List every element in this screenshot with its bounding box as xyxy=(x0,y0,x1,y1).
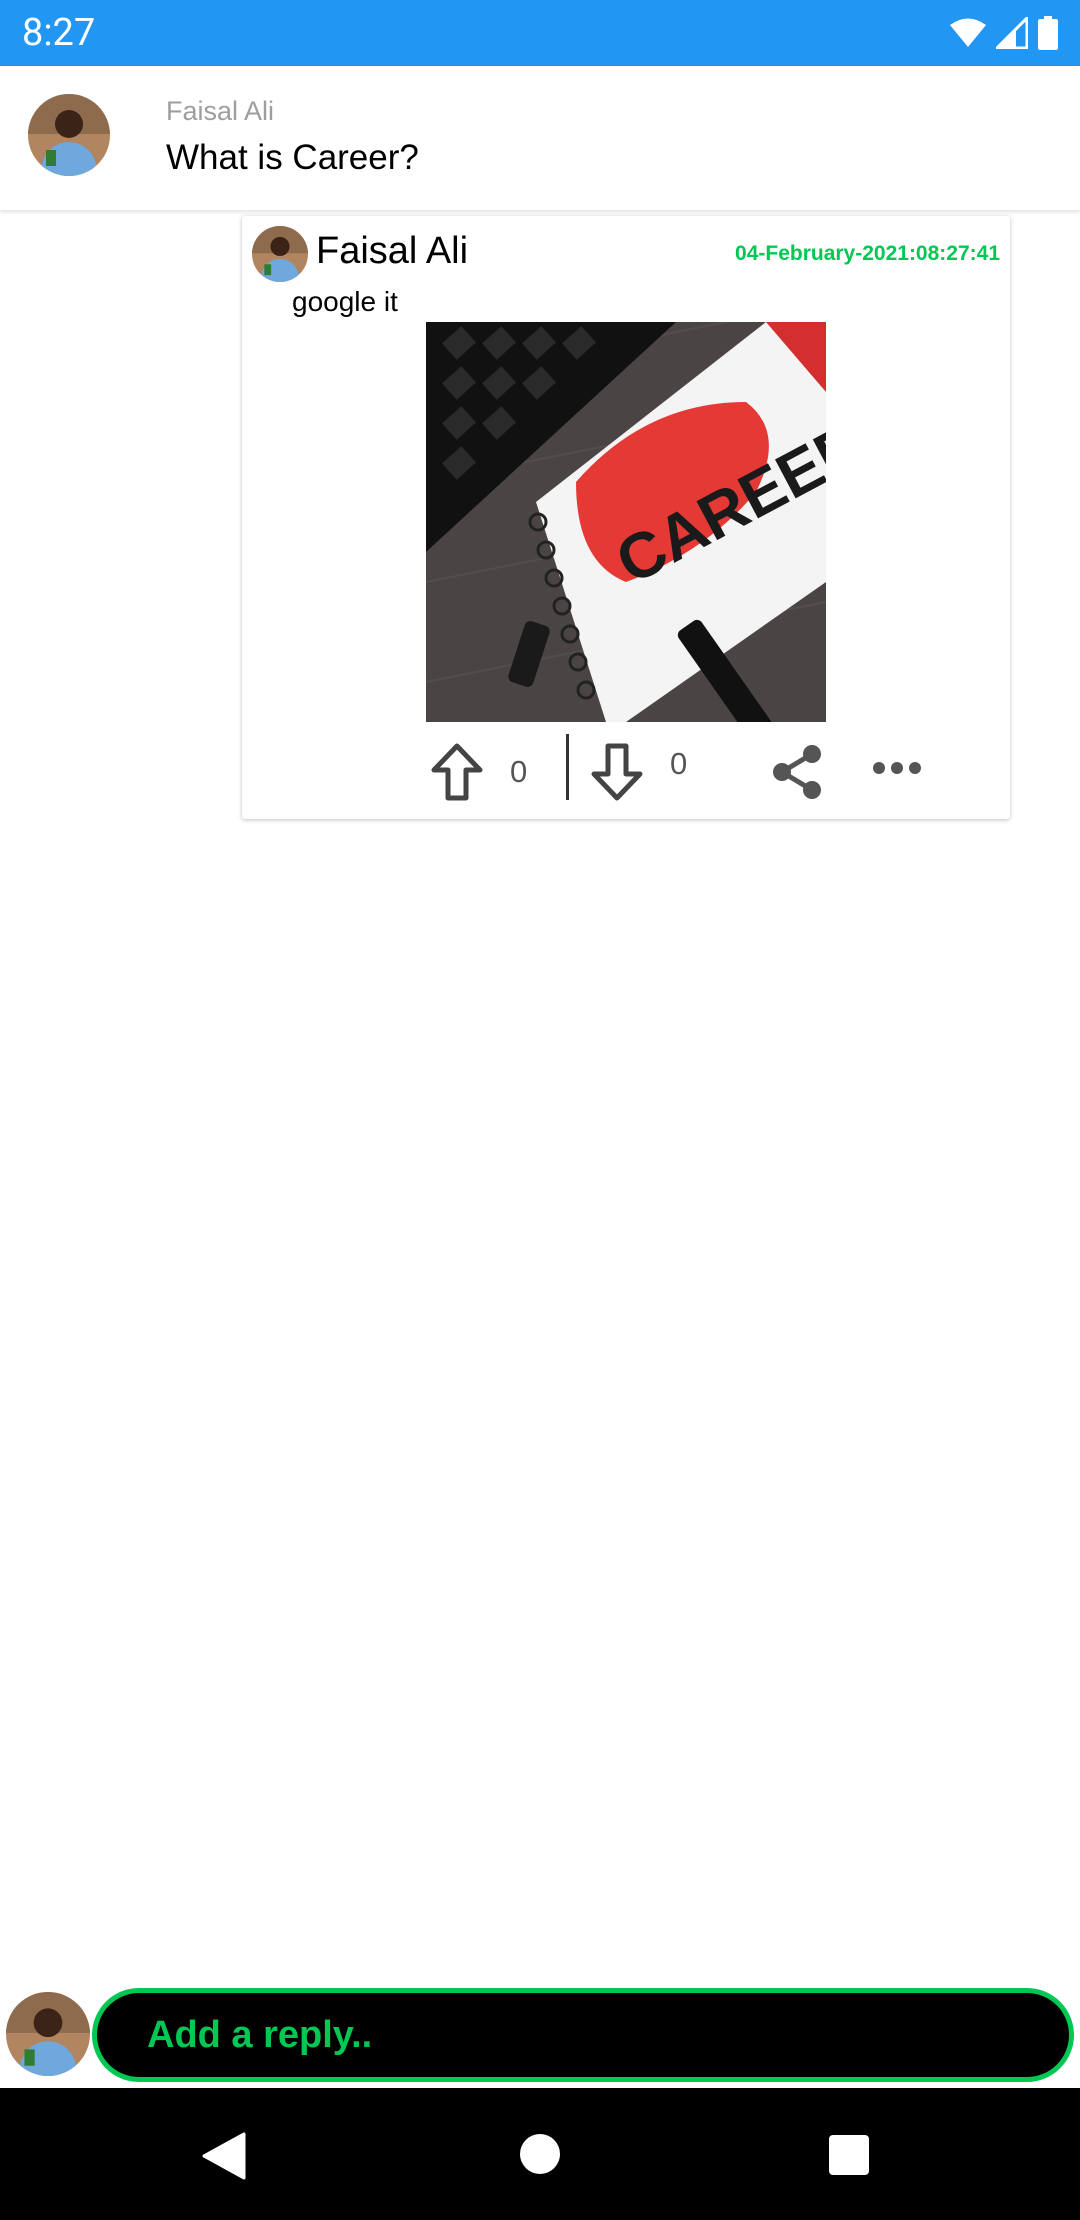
reply-input[interactable] xyxy=(92,1988,1074,2082)
signal-icon xyxy=(996,17,1028,49)
answer-author: Faisal Ali xyxy=(316,230,469,272)
answer-date: 04-February-2021:08:27:41 xyxy=(735,242,1000,265)
upvote-icon[interactable] xyxy=(430,742,484,802)
upvote-count: 0 xyxy=(510,754,528,789)
answer-image[interactable]: CAREER! xyxy=(426,322,826,722)
back-icon[interactable] xyxy=(200,2132,246,2180)
question-author-avatar[interactable] xyxy=(28,94,110,176)
reply-user-avatar[interactable] xyxy=(6,1992,90,2076)
answer-card: Faisal Ali 04-February-2021:08:27:41 goo… xyxy=(242,216,1010,819)
question-title: What is Career? xyxy=(166,138,419,177)
answer-text: google it xyxy=(292,286,398,317)
status-bar: 8:27 xyxy=(0,0,1080,66)
answer-author-avatar[interactable] xyxy=(252,226,308,282)
answer-actions: 0 0 xyxy=(242,726,1010,816)
wifi-icon xyxy=(950,18,986,47)
share-icon[interactable] xyxy=(770,744,824,800)
downvote-icon[interactable] xyxy=(590,742,644,802)
more-options-icon[interactable] xyxy=(872,760,922,776)
question-author: Faisal Ali xyxy=(166,96,275,126)
question-header: Faisal Ali What is Career? xyxy=(0,66,1080,210)
navigation-bar xyxy=(0,2088,1080,2220)
status-time: 8:27 xyxy=(22,11,96,55)
vote-divider xyxy=(566,734,569,800)
downvote-count: 0 xyxy=(670,746,688,781)
recents-icon[interactable] xyxy=(828,2134,870,2176)
home-icon[interactable] xyxy=(518,2132,562,2176)
battery-icon xyxy=(1038,16,1058,50)
status-icons xyxy=(950,16,1058,50)
